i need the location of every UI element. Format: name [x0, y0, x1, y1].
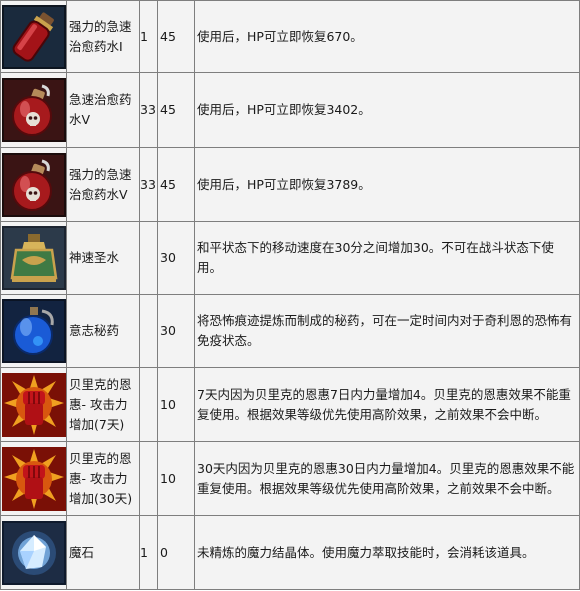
- item-effect: 使用后，HP可立即恢复670。: [194, 0, 580, 73]
- item-name: 强力的急速治愈药水I: [66, 0, 140, 73]
- table-row: 强力的急速治愈药水V 33 45 使用后，HP可立即恢复3789。: [0, 147, 580, 222]
- magic-stone-icon: [1, 520, 66, 585]
- red-potion-icon: [1, 4, 66, 69]
- item-level: 1: [139, 0, 158, 73]
- blue-flask-icon: [1, 299, 66, 363]
- item-level: [139, 441, 158, 516]
- red-fist-icon: [1, 372, 66, 437]
- table-row: 贝里克的恩惠- 攻击力增加(30天) 10 30天内因为贝里克的恩惠30日内力量…: [0, 441, 580, 516]
- item-effect: 和平状态下的移动速度在30分之间增加30。不可在战斗状态下使用。: [194, 221, 580, 295]
- item-count: 10: [157, 367, 195, 442]
- item-level: 1: [139, 515, 158, 590]
- item-name: 贝里克的恩惠- 攻击力增加(30天): [66, 441, 140, 516]
- item-level: [139, 294, 158, 368]
- item-name: 急速治愈药水V: [66, 72, 140, 148]
- item-name: 强力的急速治愈药水V: [66, 147, 140, 222]
- item-count: 0: [157, 515, 195, 590]
- item-effect: 未精炼的魔力结晶体。使用魔力萃取技能时，会消耗该道具。: [194, 515, 580, 590]
- item-level: [139, 221, 158, 295]
- red-potion-skull-icon: [1, 152, 66, 217]
- item-count: 30: [157, 221, 195, 295]
- item-effect: 30天内因为贝里克的恩惠30日内力量增加4。贝里克的恩惠效果不能重复使用。根据效…: [194, 441, 580, 516]
- item-name: 意志秘药: [66, 294, 140, 368]
- item-name: 神速圣水: [66, 221, 140, 295]
- item-level: 33: [139, 147, 158, 222]
- table-row: 神速圣水 30 和平状态下的移动速度在30分之间增加30。不可在战斗状态下使用。: [0, 221, 580, 295]
- golden-holy-water-icon: [1, 226, 66, 290]
- table-row: 魔石 1 0 未精炼的魔力结晶体。使用魔力萃取技能时，会消耗该道具。: [0, 515, 580, 590]
- item-count: 45: [157, 147, 195, 222]
- item-name: 贝里克的恩惠- 攻击力增加(7天): [66, 367, 140, 442]
- table-row: 贝里克的恩惠- 攻击力增加(7天) 10 7天内因为贝里克的恩惠7日内力量增加4…: [0, 367, 580, 442]
- item-count: 10: [157, 441, 195, 516]
- table-row: 急速治愈药水V 33 45 使用后，HP可立即恢复3402。: [0, 72, 580, 148]
- item-level: 33: [139, 72, 158, 148]
- table-row: 强力的急速治愈药水I 1 45 使用后，HP可立即恢复670。: [0, 0, 580, 73]
- item-level: [139, 367, 158, 442]
- item-count: 45: [157, 72, 195, 148]
- item-effect: 使用后，HP可立即恢复3402。: [194, 72, 580, 148]
- item-count: 45: [157, 0, 195, 73]
- item-effect: 使用后，HP可立即恢复3789。: [194, 147, 580, 222]
- item-effect: 将恐怖痕迹提炼而制成的秘药，可在一定时间内对于奇利恩的恐怖有免疫状态。: [194, 294, 580, 368]
- item-count: 30: [157, 294, 195, 368]
- table-row: 意志秘药 30 将恐怖痕迹提炼而制成的秘药，可在一定时间内对于奇利恩的恐怖有免疫…: [0, 294, 580, 368]
- item-name: 魔石: [66, 515, 140, 590]
- red-fist-icon: [1, 446, 66, 511]
- red-potion-skull-icon: [1, 78, 66, 142]
- item-effect: 7天内因为贝里克的恩惠7日内力量增加4。贝里克的恩惠效果不能重复使用。根据效果等…: [194, 367, 580, 442]
- items-table: 强力的急速治愈药水I 1 45 使用后，HP可立即恢复670。 急速治愈药水V …: [0, 0, 580, 590]
